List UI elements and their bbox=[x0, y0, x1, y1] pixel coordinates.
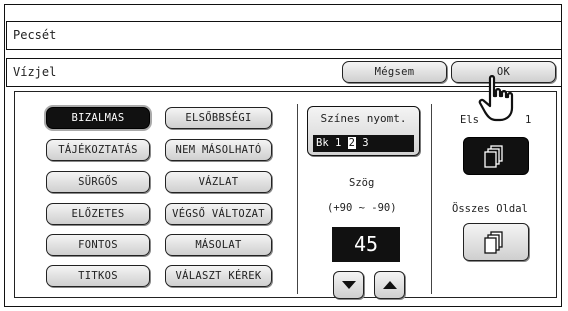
color-print-label: Színes nyomt. bbox=[320, 112, 407, 125]
color-print-options-prefix: Bk 1 bbox=[316, 137, 348, 149]
stamp-button-nem-masolhato[interactable]: NEM MÁSOLHATÓ bbox=[165, 139, 272, 161]
first-page-button[interactable] bbox=[463, 137, 529, 175]
column-divider bbox=[431, 104, 432, 294]
all-pages-label: Összes Oldal bbox=[452, 203, 528, 215]
hand-pointer-icon bbox=[478, 75, 514, 122]
color-print-selected-option: 2 bbox=[347, 137, 356, 149]
stamp-button-surgos[interactable]: SÜRGŐS bbox=[46, 171, 150, 193]
stamp-button-vazlat[interactable]: VÁZLAT bbox=[165, 171, 272, 193]
angle-value: 45 bbox=[332, 227, 400, 262]
angle-up-button[interactable] bbox=[374, 271, 405, 299]
triangle-up-icon bbox=[382, 281, 397, 289]
triangle-down-icon bbox=[341, 281, 356, 289]
pages-icon bbox=[484, 145, 503, 168]
all-pages-button[interactable] bbox=[463, 223, 529, 261]
stamp-button-tajekoztatas[interactable]: TÁJÉKOZTATÁS bbox=[46, 139, 150, 161]
angle-label: Szög bbox=[349, 177, 375, 189]
angle-down-button[interactable] bbox=[333, 271, 364, 299]
stamp-button-vegso-valtozat[interactable]: VÉGSŐ VÁLTOZAT bbox=[165, 203, 272, 225]
color-print-options-suffix: 3 bbox=[355, 137, 369, 149]
column-divider bbox=[297, 104, 298, 294]
page-title: Pecsét bbox=[6, 21, 562, 50]
stamp-button-fontos[interactable]: FONTOS bbox=[46, 234, 150, 256]
stamp-button-elozetes[interactable]: ELŐZETES bbox=[46, 203, 150, 225]
stamp-button-titkos[interactable]: TITKOS bbox=[46, 265, 150, 287]
color-print-options: Bk 1 2 3 bbox=[313, 135, 414, 152]
stamp-button-elsobbsegi[interactable]: ELSŐBBSÉGI bbox=[165, 107, 272, 129]
stamp-button-masolat[interactable]: MÁSOLAT bbox=[165, 234, 272, 256]
pages-icon bbox=[484, 231, 503, 254]
cancel-button[interactable]: Mégsem bbox=[342, 61, 447, 83]
stamp-button-valaszt-kerek[interactable]: VÁLASZT KÉREK bbox=[165, 265, 272, 287]
section-title-label: Vízjel bbox=[13, 65, 57, 79]
stamp-button-bizalmas[interactable]: BIZALMAS bbox=[46, 107, 150, 129]
first-page-label-suffix: 1 bbox=[525, 114, 532, 126]
angle-range: (+90 ~ -90) bbox=[327, 202, 397, 214]
color-print-button[interactable]: Színes nyomt. Bk 1 2 3 bbox=[307, 106, 420, 156]
